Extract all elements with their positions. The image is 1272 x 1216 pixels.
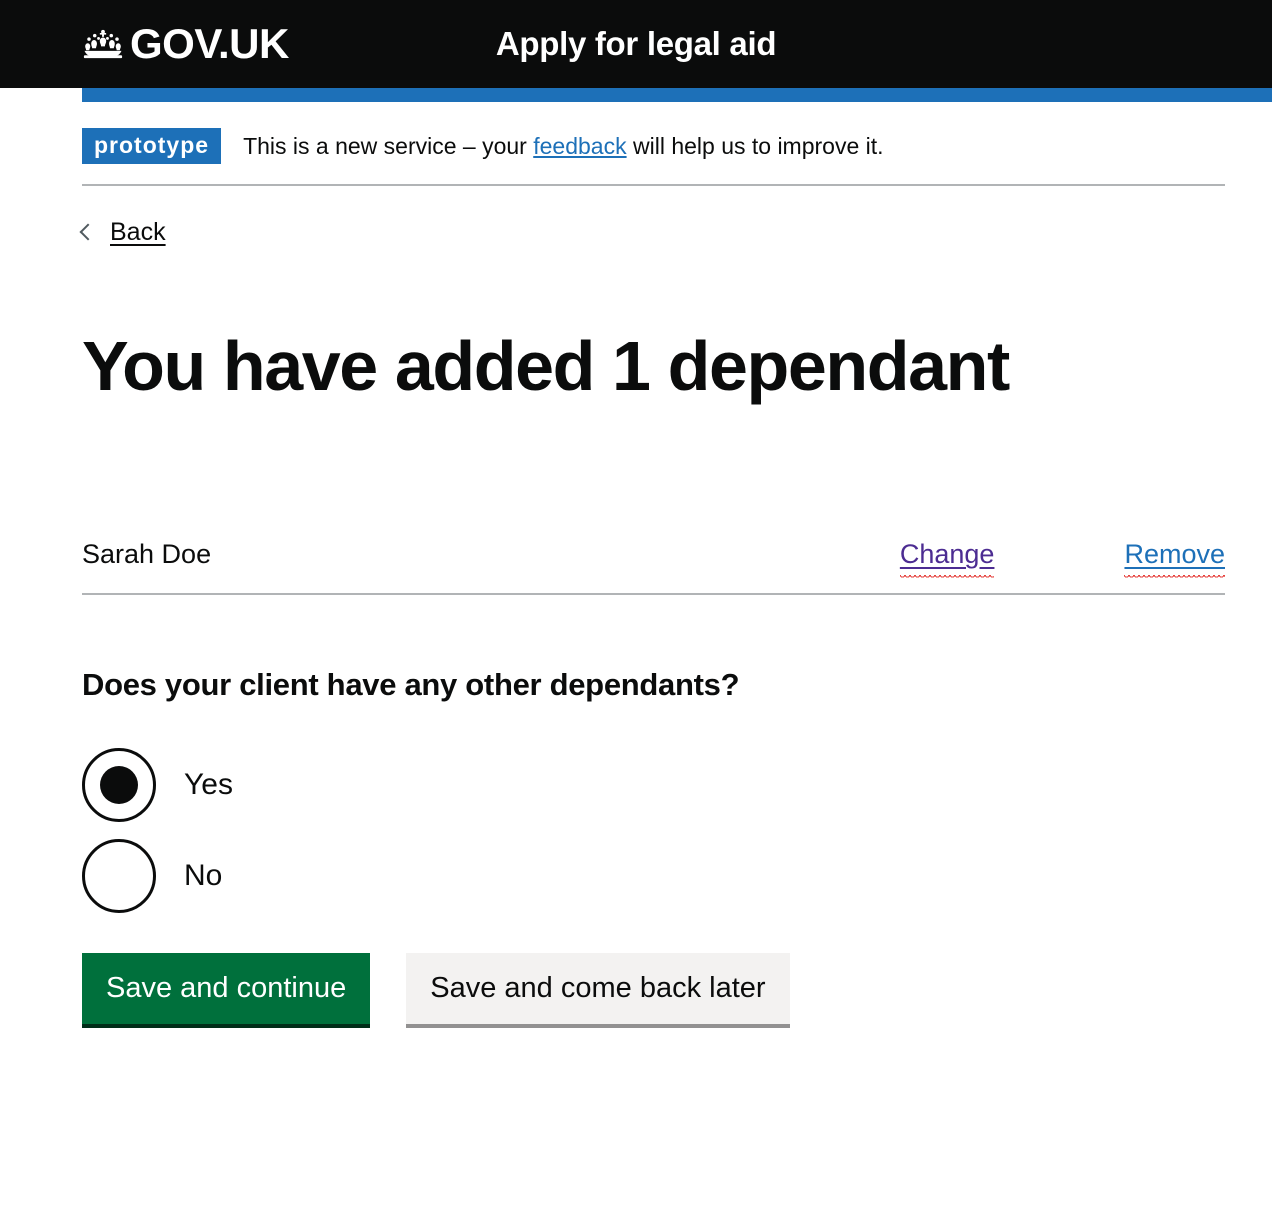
- form-actions: Save and continue Save and come back lat…: [82, 952, 1225, 1024]
- radio-item-no[interactable]: No: [82, 838, 1225, 914]
- dependants-summary-list: Sarah Doe Change Remove: [82, 538, 1225, 595]
- chevron-left-icon: [79, 223, 97, 241]
- page-title: You have added 1 dependant: [82, 327, 1010, 406]
- radio-button-no[interactable]: [82, 838, 156, 913]
- save-and-come-back-later-button[interactable]: Save and come back later: [406, 952, 790, 1024]
- radio-group-other-dependants: Yes No: [82, 747, 1225, 914]
- radio-item-yes[interactable]: Yes: [82, 747, 1225, 823]
- radio-label-yes: Yes: [184, 767, 233, 801]
- phase-tag: prototype: [82, 128, 222, 165]
- govuk-logotype-text: GOV.UK: [130, 20, 289, 67]
- save-and-continue-button[interactable]: Save and continue: [82, 952, 371, 1024]
- service-name-link[interactable]: Apply for legal aid: [496, 25, 777, 62]
- phase-text-before: This is a new service – your: [243, 132, 534, 159]
- crown-icon: [83, 29, 123, 59]
- spellcheck-squiggle-change: [899, 574, 995, 580]
- radio-label-no: No: [184, 858, 223, 892]
- back-link[interactable]: Back: [79, 218, 166, 247]
- govuk-header: GOV.UK Apply for legal aid: [0, 0, 1272, 88]
- phase-banner-text: This is a new service – your feedback wi…: [243, 132, 883, 161]
- back-link-wrapper: Back: [0, 186, 1272, 245]
- summary-row: Sarah Doe Change Remove: [82, 538, 1225, 595]
- remove-link[interactable]: Remove: [1124, 538, 1225, 580]
- phase-text-after: will help us to improve it.: [626, 132, 884, 159]
- back-link-label: Back: [110, 218, 166, 247]
- dependant-name: Sarah Doe: [82, 539, 212, 570]
- radio-button-yes[interactable]: [82, 747, 156, 822]
- spellcheck-squiggle-remove: [1124, 574, 1225, 580]
- remove-link-label: Remove: [1124, 539, 1225, 570]
- header-accent-strip: [82, 88, 1272, 102]
- govuk-logo-link[interactable]: GOV.UK: [82, 23, 289, 65]
- change-link-label: Change: [899, 539, 995, 570]
- question-legend: Does your client have any other dependan…: [82, 666, 740, 702]
- change-link[interactable]: Change: [899, 538, 995, 580]
- main-content: You have added 1 dependant Sarah Doe Cha…: [0, 327, 1272, 1024]
- phase-banner: prototype This is a new service – your f…: [82, 102, 1225, 187]
- feedback-link[interactable]: feedback: [533, 133, 626, 159]
